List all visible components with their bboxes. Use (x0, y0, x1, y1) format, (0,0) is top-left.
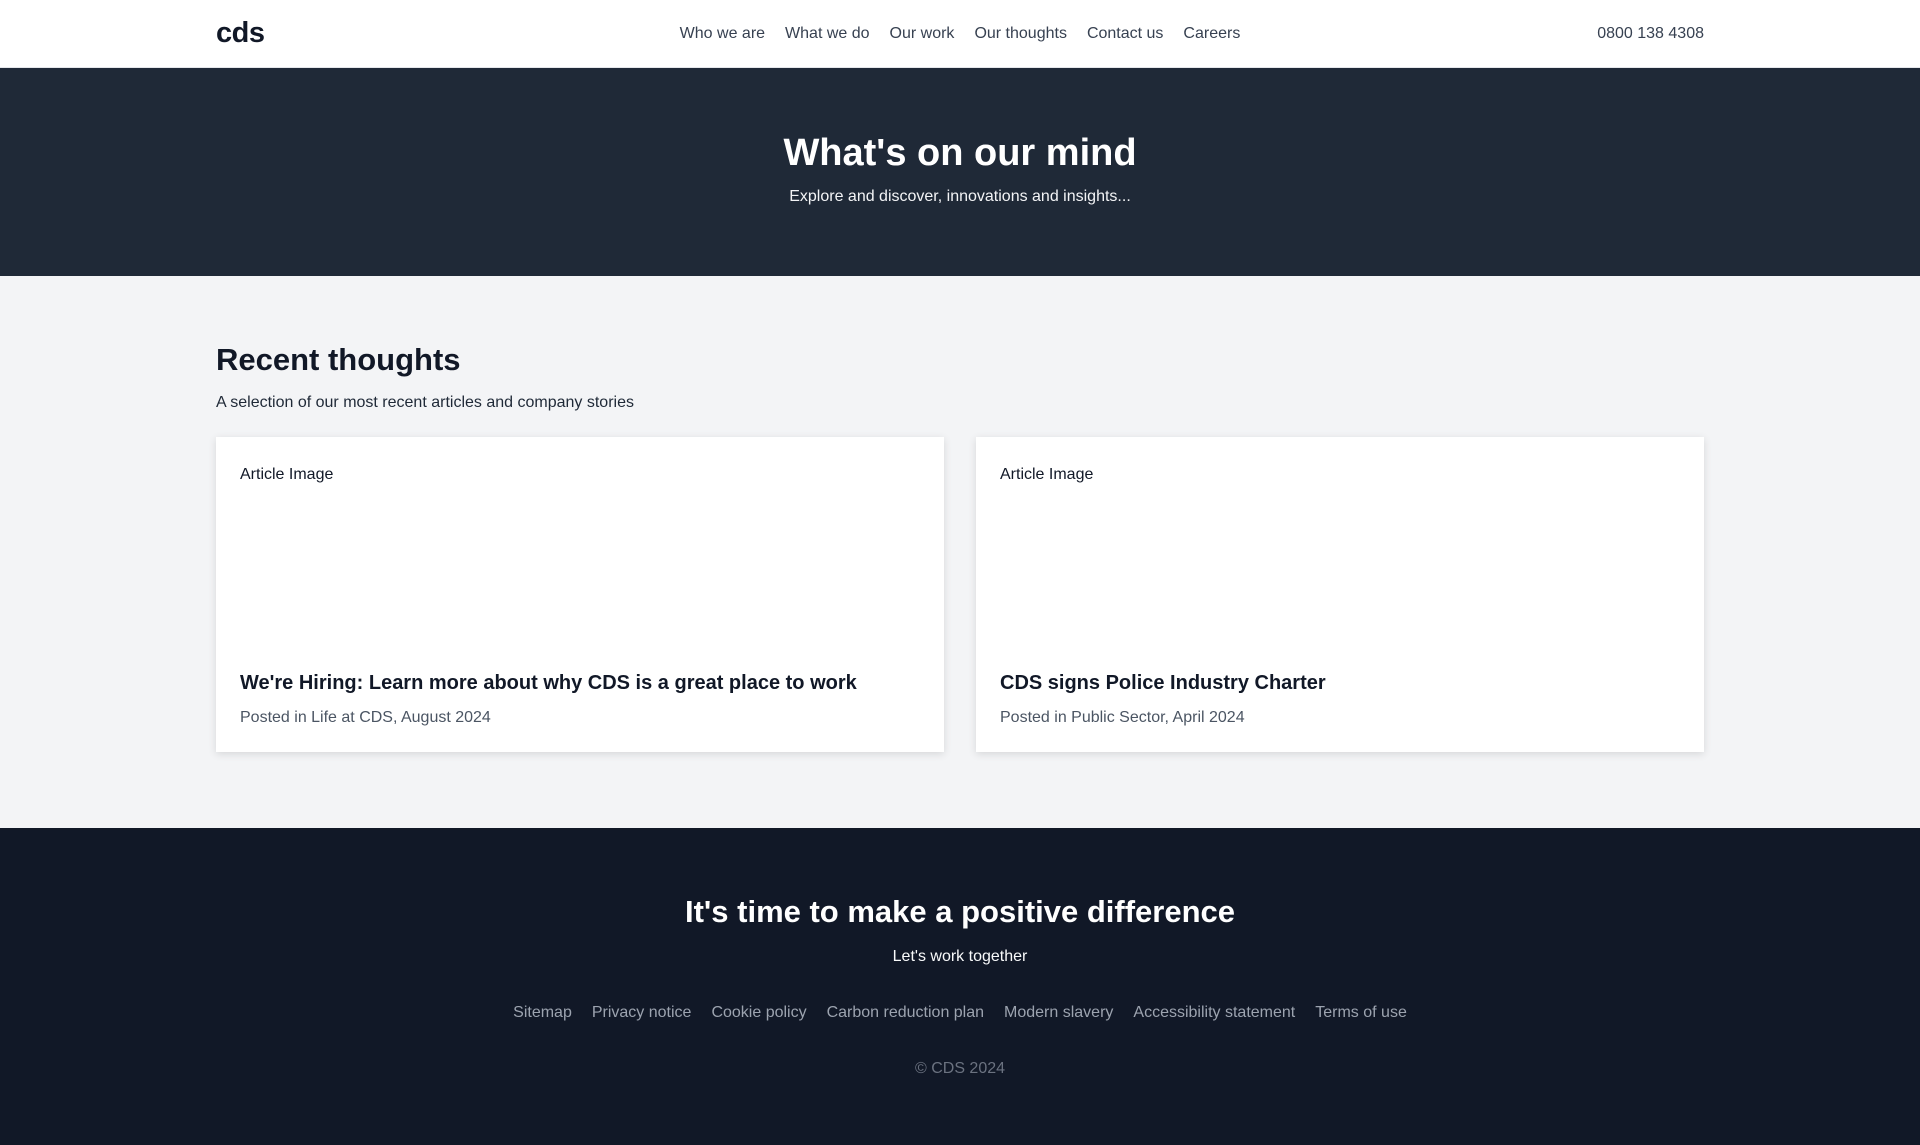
copyright: © CDS 2024 (914, 1060, 1006, 1077)
nav-item-careers[interactable]: Careers (1183, 25, 1240, 43)
phone-number-link[interactable]: 0800 138 4308 (1597, 25, 1704, 43)
footer-links: Sitemap Privacy notice Cookie policy Car… (0, 1003, 1920, 1023)
footer-link-terms-of-use[interactable]: Terms of use (1315, 1003, 1407, 1023)
article-meta: Posted in Public Sector, April 2024 (1000, 709, 1245, 726)
article-card[interactable]: Article Image CDS signs Police Industry … (976, 437, 1704, 752)
footer-tagline: Let's work together (892, 948, 1028, 965)
article-card[interactable]: Article Image We're Hiring: Learn more a… (216, 437, 944, 752)
nav-item-what-we-do[interactable]: What we do (785, 25, 869, 43)
article-title[interactable]: CDS signs Police Industry Charter (1000, 670, 1326, 696)
site-header: cds Who we are What we do Our work Our t… (0, 0, 1920, 68)
main-nav: Who we are What we do Our work Our thoug… (670, 0, 1251, 67)
footer-link-carbon-reduction-plan[interactable]: Carbon reduction plan (827, 1003, 984, 1023)
footer-link-modern-slavery[interactable]: Modern slavery (1004, 1003, 1113, 1023)
nav-item-our-work[interactable]: Our work (890, 25, 955, 43)
footer-link-accessibility-statement[interactable]: Accessibility statement (1133, 1003, 1295, 1023)
article-cards: Article Image We're Hiring: Learn more a… (216, 437, 1704, 752)
footer-link-cookie-policy[interactable]: Cookie policy (711, 1003, 806, 1023)
logo[interactable]: cds (216, 17, 265, 50)
article-meta: Posted in Life at CDS, August 2024 (240, 709, 491, 726)
section-subtitle: A selection of our most recent articles … (216, 394, 634, 411)
nav-item-our-thoughts[interactable]: Our thoughts (974, 25, 1067, 43)
site-footer: It's time to make a positive difference … (0, 828, 1920, 1145)
nav-item-contact-us[interactable]: Contact us (1087, 25, 1163, 43)
hero-title: What's on our mind (783, 132, 1137, 174)
hero-banner: What's on our mind Explore and discover,… (0, 68, 1920, 276)
section-title: Recent thoughts (216, 342, 461, 377)
recent-thoughts-section: Recent thoughts A selection of our most … (0, 276, 1920, 828)
footer-link-sitemap[interactable]: Sitemap (513, 1003, 572, 1023)
article-image: Article Image (1000, 466, 1094, 483)
footer-link-privacy-notice[interactable]: Privacy notice (592, 1003, 692, 1023)
header-inner: cds Who we are What we do Our work Our t… (216, 0, 1704, 67)
footer-title: It's time to make a positive difference (684, 894, 1236, 929)
recent-thoughts-inner: Recent thoughts A selection of our most … (216, 276, 1704, 752)
article-title[interactable]: We're Hiring: Learn more about why CDS i… (240, 670, 857, 696)
article-image: Article Image (240, 466, 334, 483)
nav-item-who-we-are[interactable]: Who we are (680, 25, 765, 43)
hero-subtitle: Explore and discover, innovations and in… (789, 188, 1131, 205)
